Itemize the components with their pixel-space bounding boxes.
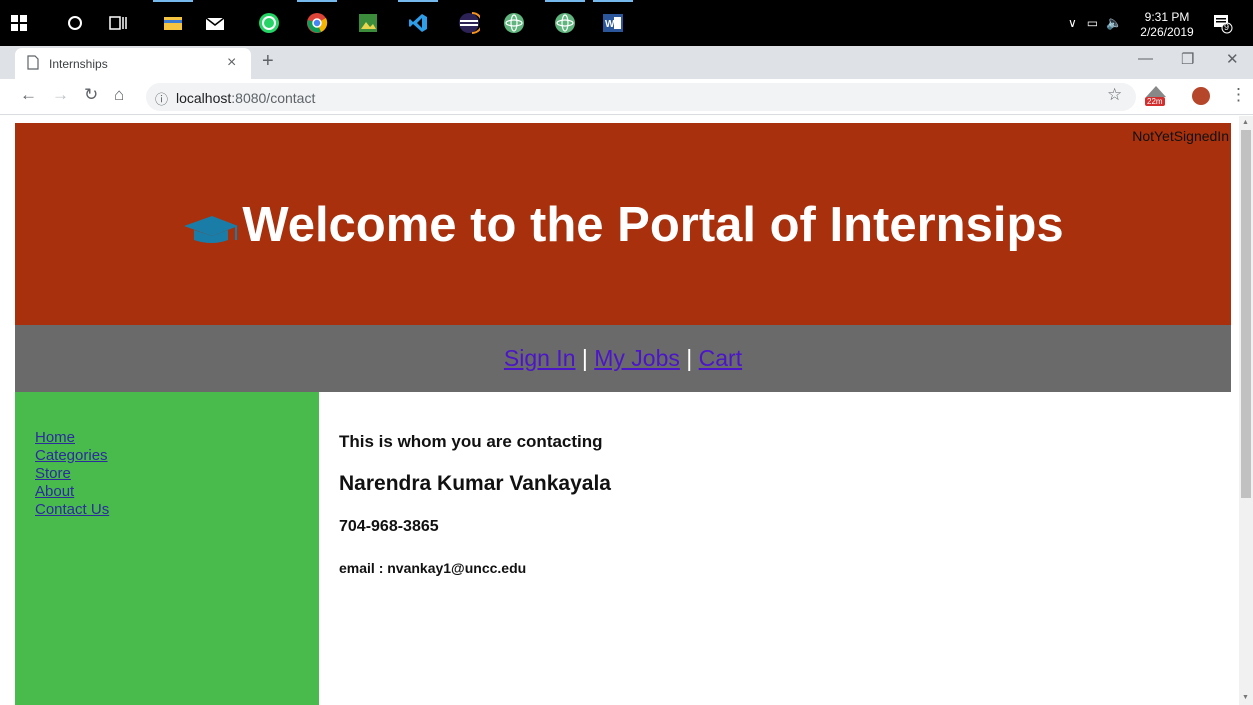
web-page: NotYetSignedIn Welcome to the Portal of …: [0, 116, 1253, 705]
extension-icon[interactable]: 22m: [1145, 85, 1167, 109]
more-menu-icon[interactable]: ⋮: [1230, 85, 1247, 105]
url-text[interactable]: localhost:8080/contact: [176, 90, 315, 106]
profile-avatar[interactable]: [1192, 87, 1210, 105]
clock-date: 2/26/2019: [1140, 25, 1194, 39]
file-explorer-icon[interactable]: [158, 8, 188, 38]
windows-taskbar: W ∨ ▭ 🔈 9:31 PM 2/26/2019 9: [0, 0, 1253, 46]
scrollbar-thumb[interactable]: [1241, 130, 1251, 498]
taskbar-clock[interactable]: 9:31 PM 2/26/2019: [1132, 10, 1202, 40]
sidebar: Home Categories Store About Contact Us: [15, 392, 319, 705]
my-jobs-link[interactable]: My Jobs: [594, 345, 680, 371]
tab-close-icon[interactable]: ×: [227, 54, 236, 72]
sign-in-link[interactable]: Sign In: [504, 345, 576, 371]
sidebar-item-about[interactable]: About: [35, 483, 319, 501]
cortana-search-icon[interactable]: [60, 8, 90, 38]
reload-icon[interactable]: ↻: [84, 85, 98, 105]
clock-time: 9:31 PM: [1144, 10, 1190, 24]
new-tab-icon[interactable]: +: [262, 50, 274, 73]
photo-editor-icon[interactable]: [353, 8, 383, 38]
whatsapp-icon[interactable]: [254, 8, 284, 38]
nav-separator: |: [581, 345, 588, 371]
welcome-title-text: Welcome to the Portal of Internsips: [242, 198, 1064, 252]
mail-icon[interactable]: [200, 8, 230, 38]
restore-icon[interactable]: ❐: [1181, 50, 1194, 68]
sidebar-item-store[interactable]: Store: [35, 465, 319, 483]
contact-intro: This is whom you are contacting: [339, 432, 603, 451]
contact-name: Narendra Kumar Vankayala: [339, 472, 611, 495]
url-host: localhost: [176, 90, 232, 106]
sidebar-item-categories[interactable]: Categories: [35, 447, 319, 465]
scroll-up-icon[interactable]: ▲: [1242, 119, 1249, 126]
address-bar[interactable]: ⓘ localhost:8080/contact: [146, 83, 1136, 111]
word-icon[interactable]: W: [598, 8, 628, 38]
info-icon[interactable]: ⓘ: [155, 89, 168, 108]
svg-text:W: W: [605, 19, 615, 30]
system-tray: ∨ ▭ 🔈: [1068, 0, 1122, 46]
graduation-cap-icon: [182, 200, 239, 256]
browser-toolbar: ← → ↻ ⌂ ⓘ localhost:8080/contact ☆ 22m ⋮: [0, 79, 1253, 115]
tab-strip: Internships ×: [0, 46, 1253, 79]
sidebar-item-home[interactable]: Home: [35, 429, 319, 447]
minimize-icon[interactable]: —: [1138, 50, 1153, 67]
cart-link[interactable]: Cart: [699, 345, 742, 371]
notification-count: 9: [1224, 22, 1230, 32]
home-icon[interactable]: ⌂: [114, 85, 124, 105]
task-view-icon[interactable]: [103, 8, 133, 38]
sidebar-item-contact-us[interactable]: Contact Us: [35, 501, 319, 519]
volume-icon[interactable]: 🔈: [1106, 15, 1122, 31]
contact-content: This is whom you are contacting Narendra…: [339, 392, 1219, 705]
notification-icon[interactable]: 9: [1208, 8, 1238, 38]
page-icon: [27, 55, 39, 75]
windows-start-icon[interactable]: [4, 8, 34, 38]
chrome-icon[interactable]: [302, 8, 332, 38]
scroll-down-icon[interactable]: ▼: [1242, 694, 1249, 701]
bookmark-star-icon[interactable]: ☆: [1107, 85, 1122, 105]
url-path: :8080/contact: [231, 90, 316, 106]
atom-icon[interactable]: [499, 8, 529, 38]
page-scrollbar[interactable]: ▲ ▼: [1239, 116, 1253, 705]
tab-title: Internships: [49, 57, 108, 71]
close-window-icon[interactable]: ✕: [1226, 50, 1239, 68]
tab-internships[interactable]: Internships ×: [15, 48, 251, 79]
welcome-title: Welcome to the Portal of Internsips: [15, 197, 1231, 256]
chevron-up-icon[interactable]: ∨: [1068, 16, 1077, 30]
extension-badge: 22m: [1145, 97, 1165, 106]
contact-email: email : nvankay1@uncc.edu: [339, 560, 527, 576]
forward-icon[interactable]: →: [52, 85, 69, 105]
top-nav: Sign In | My Jobs | Cart: [15, 325, 1231, 392]
battery-icon[interactable]: ▭: [1087, 16, 1098, 30]
signed-in-status: NotYetSignedIn: [1132, 128, 1229, 144]
back-icon[interactable]: ←: [20, 85, 37, 105]
site-header: NotYetSignedIn Welcome to the Portal of …: [15, 123, 1231, 325]
nav-separator: |: [686, 345, 693, 371]
vscode-icon[interactable]: [403, 8, 433, 38]
atom-icon[interactable]: [550, 8, 580, 38]
eclipse-icon[interactable]: [454, 8, 484, 38]
contact-phone: 704-968-3865: [339, 518, 439, 535]
